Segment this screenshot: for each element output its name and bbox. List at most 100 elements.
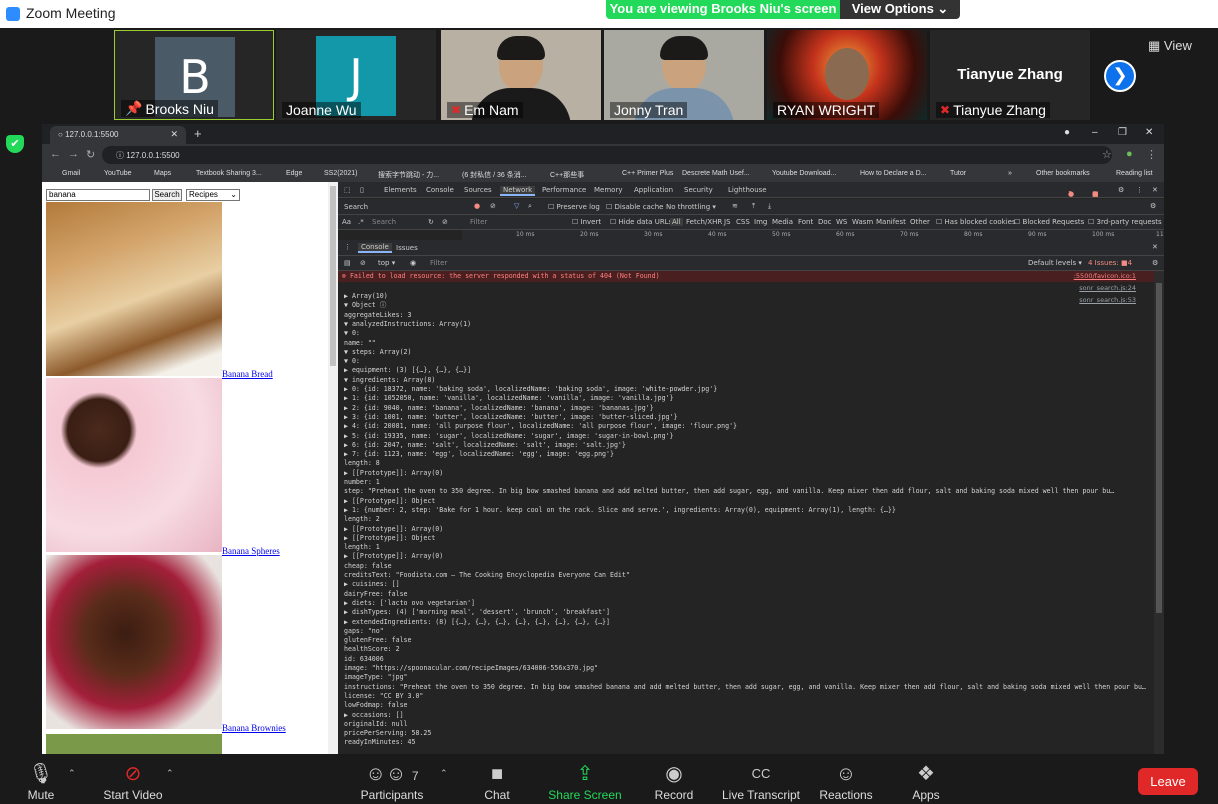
participant-tile[interactable]: J Joanne Wu (276, 30, 436, 120)
recipe-image[interactable] (46, 734, 222, 754)
match-case-icon[interactable]: Aa (342, 218, 351, 226)
type-filter[interactable]: Media (772, 218, 793, 226)
source-link[interactable]: sonr_search.js:53 (1079, 296, 1136, 304)
log-levels-select[interactable]: Default levels ▾ (1028, 259, 1082, 267)
tab-sources[interactable]: Sources (464, 186, 492, 194)
reload-icon[interactable]: ↻ (86, 148, 95, 161)
recipe-link[interactable]: Banana Spheres (222, 546, 280, 556)
drawer-tab-console[interactable]: Console (358, 243, 392, 253)
search-button[interactable]: Search (152, 189, 182, 201)
console-line[interactable]: ▶ 6: {id: 2047, name: 'salt', localizedN… (344, 441, 626, 450)
bookmark-item[interactable]: C++那些事 (550, 170, 584, 180)
console-line[interactable]: ▼ 0: (344, 329, 360, 338)
leave-button[interactable]: Leave (1138, 768, 1198, 795)
type-filter[interactable]: Doc (818, 218, 832, 226)
close-drawer-icon[interactable]: ✕ (1152, 243, 1158, 251)
error-source-link[interactable]: :5500/favicon.ico:1 (1074, 272, 1136, 280)
console-line[interactable]: ▼ steps: Array(2) (344, 348, 412, 357)
disable-cache-checkbox[interactable]: ☐ Disable cache (606, 203, 663, 211)
settings-gear-icon[interactable]: ⚙ (1152, 259, 1158, 267)
chat-button[interactable]: ■ Chat (452, 762, 542, 802)
tab-security[interactable]: Security (684, 186, 713, 194)
menu-dots-icon[interactable]: ⋮ (1146, 148, 1157, 161)
tab-console[interactable]: Console (426, 186, 454, 194)
tab-elements[interactable]: Elements (384, 186, 417, 194)
recipe-image[interactable] (46, 555, 222, 729)
category-select[interactable]: Recipes ⌄ (186, 189, 240, 201)
source-link[interactable]: sonr_search.js:24 (1079, 284, 1136, 292)
console-line[interactable]: ▶ extendedIngredients: (8) [{…}, {…}, {…… (344, 618, 610, 627)
page-scrollbar[interactable] (328, 182, 338, 754)
console-line[interactable]: ▶ diets: ['lacto ovo vegetarian'] (344, 599, 475, 608)
search-tab[interactable]: Search (344, 203, 368, 211)
clear-icon[interactable]: ⊘ (442, 218, 448, 226)
close-devtools-icon[interactable]: ✕ (1152, 186, 1158, 194)
inspect-icon[interactable]: ⬚ (344, 186, 351, 194)
participants-button[interactable]: ☺☺ 7 Participants (347, 762, 437, 802)
console-line[interactable]: ▶ 3: {id: 1001, name: 'butter', localize… (344, 413, 677, 422)
console-line[interactable]: ▶ 1: {number: 2, step: 'Bake for 1 hour.… (344, 506, 896, 515)
console-line[interactable]: ▶ 5: {id: 19335, name: 'sugar', localize… (344, 432, 674, 441)
tab-application[interactable]: Application (634, 186, 673, 194)
clear-console-icon[interactable]: ⊘ (360, 259, 366, 267)
drawer-tab-issues[interactable]: Issues (396, 244, 418, 252)
refresh-icon[interactable]: ↻ (428, 218, 434, 226)
bookmark-item[interactable]: Edge (286, 170, 302, 177)
maximize-icon[interactable]: ❐ (1118, 127, 1127, 138)
console-line[interactable]: ▶ Array(10) (344, 292, 388, 301)
type-filter[interactable]: Font (798, 218, 813, 226)
recipe-link[interactable]: Banana Brownies (222, 723, 286, 733)
context-select[interactable]: top ▾ (378, 259, 395, 267)
hide-data-urls-checkbox[interactable]: ☐ Hide data URLs (610, 218, 672, 226)
console-line[interactable]: ▶ equipment: (3) [{…}, {…}, {…}] (344, 366, 471, 375)
invert-checkbox[interactable]: ☐ Invert (572, 218, 601, 226)
issues-button[interactable]: 4 Issues: ■4 (1088, 259, 1132, 267)
back-icon[interactable]: ← (50, 148, 61, 160)
throttling-select[interactable]: No throttling ▾ (666, 203, 716, 211)
settings-gear-icon[interactable]: ⚙ (1118, 186, 1124, 194)
console-line[interactable]: ▼ 0: (344, 357, 360, 366)
console-filter-input[interactable]: Filter (430, 259, 447, 267)
tab-performance[interactable]: Performance (542, 186, 586, 194)
close-tab-icon[interactable]: ✕ (170, 129, 178, 140)
console-line[interactable]: ▶ [[Prototype]]: Array(0) (344, 552, 443, 561)
star-icon[interactable]: ☆ (1102, 148, 1112, 161)
bookmark-item[interactable]: YouTube (104, 170, 132, 177)
blocked-requests-checkbox[interactable]: ☐ Blocked Requests (1014, 218, 1084, 226)
live-transcript-button[interactable]: CC Live Transcript (716, 762, 806, 802)
bookmark-item[interactable]: How to Declare a D... (860, 170, 927, 177)
bookmark-item[interactable]: Tutor (950, 170, 966, 177)
url-field[interactable]: ⓘ 127.0.0.1:5500 (102, 146, 1112, 164)
record-icon[interactable]: ● (474, 202, 480, 210)
bookmark-item[interactable]: (6 封私信 / 36 条消... (462, 170, 527, 180)
view-button[interactable]: ▦ View (1148, 38, 1192, 54)
console-line[interactable]: ▶ 2: {id: 9040, name: 'banana', localize… (344, 404, 654, 413)
reading-list[interactable]: Reading list (1116, 170, 1153, 177)
console-line[interactable]: ▶ 7: {id: 1123, name: 'egg', localizedNa… (344, 450, 614, 459)
console-line[interactable]: ▶ [[Prototype]]: Array(0) (344, 469, 443, 478)
eye-icon[interactable]: ◉ (410, 259, 416, 267)
console-line[interactable]: ▶ [[Prototype]]: Object (344, 497, 435, 506)
tab-network[interactable]: Network (500, 186, 536, 196)
reactions-button[interactable]: ☺ Reactions (801, 762, 891, 802)
tab-memory[interactable]: Memory (594, 186, 622, 194)
recipe-link[interactable]: Banana Bread (222, 369, 273, 379)
recipe-image[interactable] (46, 378, 222, 552)
start-video-button[interactable]: ⊘ Start Video (88, 762, 178, 802)
search-input[interactable]: banana (46, 189, 150, 201)
type-filter[interactable]: CSS (736, 218, 750, 226)
scroll-thumb[interactable] (1156, 283, 1162, 613)
share-screen-button[interactable]: ⇪ Share Screen (540, 762, 630, 802)
type-filter[interactable]: Manifest (876, 218, 906, 226)
profile-dot-icon[interactable]: ● (1064, 127, 1070, 138)
search-icon[interactable]: ⌕ (528, 202, 532, 211)
console-line[interactable]: ▼ Object ⓘ (344, 301, 386, 310)
more-dots-icon[interactable]: ⋮ (1136, 186, 1143, 194)
forward-icon[interactable]: → (68, 148, 79, 160)
view-options-button[interactable]: View Options ⌄ (840, 0, 960, 19)
clear-icon[interactable]: ⊘ (490, 202, 496, 210)
bookmark-item[interactable]: Maps (154, 170, 171, 177)
audio-options-chevron-icon[interactable]: ⌃ (68, 768, 76, 779)
filter-input[interactable]: Filter (470, 218, 487, 226)
console-line[interactable]: ▶ cuisines: [] (344, 580, 400, 589)
